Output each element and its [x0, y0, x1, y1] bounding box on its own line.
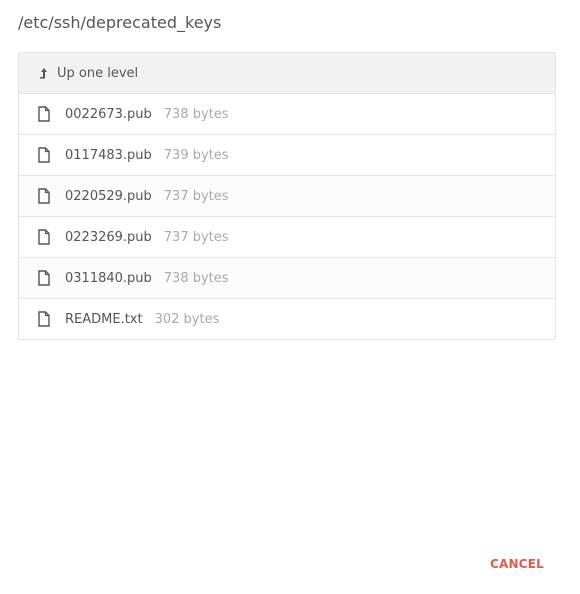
file-name: 0220529.pub [65, 188, 152, 204]
file-row[interactable]: 0223269.pub 737 bytes [19, 217, 555, 258]
up-one-level-label: Up one level [57, 65, 139, 81]
file-name: README.txt [65, 311, 143, 327]
file-icon [38, 147, 50, 163]
file-name: 0117483.pub [65, 147, 152, 163]
cancel-button[interactable]: CANCEL [490, 557, 544, 571]
file-row[interactable]: README.txt 302 bytes [19, 299, 555, 340]
file-icon [38, 270, 50, 286]
up-one-level-row[interactable]: Up one level [19, 53, 555, 94]
file-size: 737 bytes [163, 188, 229, 204]
file-size: 739 bytes [163, 147, 229, 163]
file-icon [38, 106, 50, 122]
file-icon [38, 188, 50, 204]
file-row[interactable]: 0220529.pub 737 bytes [19, 176, 555, 217]
file-size: 302 bytes [154, 311, 220, 327]
file-size: 738 bytes [163, 270, 229, 286]
level-up-icon [40, 68, 47, 79]
current-path: /etc/ssh/deprecated_keys [18, 13, 222, 32]
file-size: 738 bytes [163, 106, 229, 122]
file-row[interactable]: 0117483.pub 739 bytes [19, 135, 555, 176]
file-list: Up one level 0022673.pub 738 bytes 01174… [18, 52, 556, 340]
file-name: 0223269.pub [65, 229, 152, 245]
file-size: 737 bytes [163, 229, 229, 245]
file-icon [38, 311, 50, 327]
file-row[interactable]: 0022673.pub 738 bytes [19, 94, 555, 135]
file-picker-dialog: /etc/ssh/deprecated_keys Up one level 00… [0, 0, 580, 594]
file-name: 0022673.pub [65, 106, 152, 122]
file-icon [38, 229, 50, 245]
file-row[interactable]: 0311840.pub 738 bytes [19, 258, 555, 299]
file-name: 0311840.pub [65, 270, 152, 286]
